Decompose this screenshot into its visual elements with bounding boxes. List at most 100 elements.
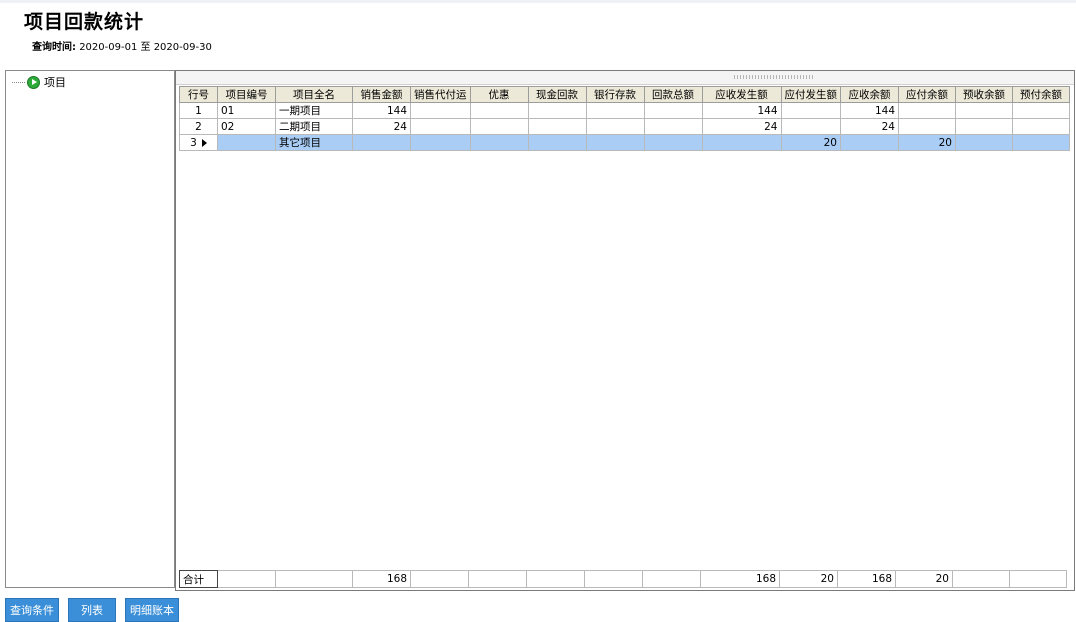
cell-ar-incurred[interactable] — [701, 134, 782, 151]
total-prepay-pay — [1009, 570, 1067, 588]
cell-discount[interactable] — [469, 102, 529, 119]
query-time-label: 查询时间: — [32, 42, 76, 53]
current-row-arrow-icon — [201, 138, 207, 147]
detail-ledger-button[interactable]: 明细账本 — [125, 598, 179, 622]
total-ap-balance: 20 — [895, 570, 953, 588]
totals-label: 合计 — [179, 570, 218, 588]
grid-resize-bar[interactable] — [176, 71, 1074, 85]
cell-ar-incurred[interactable]: 24 — [701, 118, 782, 135]
total-return — [642, 570, 701, 588]
col-header-prepay-pay[interactable]: 预付余额 — [1012, 86, 1070, 103]
query-conditions-button[interactable]: 查询条件 — [5, 598, 59, 622]
cell-name[interactable]: 一期项目 — [275, 102, 353, 119]
cell-cash[interactable] — [527, 134, 587, 151]
cell-freight[interactable] — [410, 118, 471, 135]
cell-code[interactable]: 01 — [217, 102, 276, 119]
total-sales: 168 — [352, 570, 411, 588]
col-header-code[interactable]: 项目编号 — [217, 86, 276, 103]
action-bar: 查询条件 列表 明细账本 — [5, 598, 179, 622]
cell-ar-incurred[interactable]: 144 — [701, 102, 782, 119]
col-header-row-no[interactable]: 行号 — [179, 86, 218, 103]
cell-prepay-pay[interactable] — [1012, 102, 1070, 119]
cell-sales[interactable] — [352, 134, 411, 151]
tree-connector — [12, 81, 25, 83]
cell-name[interactable]: 二期项目 — [275, 118, 353, 135]
col-header-cash[interactable]: 现金回款 — [527, 86, 587, 103]
cell-ap-balance[interactable] — [898, 118, 956, 135]
row-number: 2 — [179, 118, 218, 135]
col-header-ar-balance[interactable]: 应收余额 — [840, 86, 899, 103]
total-prepay-recv — [952, 570, 1010, 588]
total-bank — [584, 570, 643, 588]
total-name — [275, 570, 353, 588]
col-header-ap-balance[interactable]: 应付余额 — [898, 86, 956, 103]
col-header-ar-incurred[interactable]: 应收发生额 — [701, 86, 782, 103]
cell-discount[interactable] — [469, 118, 529, 135]
cell-code[interactable]: 02 — [217, 118, 276, 135]
header-row: 行号 项目编号 项目全名 销售金额 销售代付运 优惠 现金回款 银行存款 回款总… — [179, 86, 1070, 103]
date-to: 2020-09-30 — [153, 42, 212, 53]
row-number: 1 — [179, 102, 218, 119]
col-header-sales[interactable]: 销售金额 — [352, 86, 411, 103]
cell-freight[interactable] — [410, 102, 471, 119]
cell-bank[interactable] — [585, 118, 645, 135]
cell-sales[interactable]: 24 — [352, 118, 411, 135]
totals-row: 合计 168 168 20 168 20 — [179, 570, 1067, 588]
cell-sales[interactable]: 144 — [352, 102, 411, 119]
cell-prepay-recv[interactable] — [955, 134, 1013, 151]
date-from: 2020-09-01 — [79, 42, 138, 53]
cell-ap-balance[interactable]: 20 — [898, 134, 956, 151]
date-separator: 至 — [140, 42, 151, 53]
page-title: 项目回款统计 — [24, 11, 145, 33]
total-ar-incurred: 168 — [700, 570, 780, 588]
project-grid[interactable]: 行号 项目编号 项目全名 销售金额 销售代付运 优惠 现金回款 银行存款 回款总… — [175, 70, 1075, 591]
col-header-discount[interactable]: 优惠 — [469, 86, 529, 103]
tree-node-label: 项目 — [44, 76, 66, 89]
table-row-selected[interactable]: 3 其它项目 20 20 — [179, 134, 1070, 151]
cell-prepay-pay[interactable] — [1012, 134, 1070, 151]
cell-cash[interactable] — [527, 118, 587, 135]
total-ap-incurred: 20 — [779, 570, 838, 588]
cell-ar-balance[interactable]: 24 — [840, 118, 899, 135]
col-header-freight[interactable]: 销售代付运 — [410, 86, 471, 103]
project-tree[interactable]: 项目 — [5, 70, 175, 567]
col-header-ap-incurred[interactable]: 应付发生额 — [780, 86, 841, 103]
cell-ap-balance[interactable] — [898, 102, 956, 119]
total-discount — [468, 570, 527, 588]
cell-bank[interactable] — [585, 134, 645, 151]
total-freight — [410, 570, 469, 588]
cell-name[interactable]: 其它项目 — [275, 134, 353, 151]
total-cash — [526, 570, 585, 588]
query-time-range: 查询时间: 2020-09-01 至 2020-09-30 — [32, 38, 212, 53]
cell-total-return[interactable] — [643, 118, 703, 135]
col-header-total-return[interactable]: 回款总额 — [643, 86, 703, 103]
table-row[interactable]: 1 01 一期项目 144 144 144 — [179, 102, 1070, 119]
cell-ap-incurred[interactable]: 20 — [780, 134, 841, 151]
list-button[interactable]: 列表 — [68, 598, 116, 622]
table-row[interactable]: 2 02 二期项目 24 24 24 — [179, 118, 1070, 135]
col-header-prepay-recv[interactable]: 预收余额 — [955, 86, 1013, 103]
cell-bank[interactable] — [585, 102, 645, 119]
col-header-name[interactable]: 项目全名 — [275, 86, 353, 103]
cell-freight[interactable] — [410, 134, 471, 151]
row-number-text: 3 — [190, 136, 197, 149]
cell-prepay-recv[interactable] — [955, 102, 1013, 119]
cell-prepay-recv[interactable] — [955, 118, 1013, 135]
col-header-bank[interactable]: 银行存款 — [585, 86, 645, 103]
cell-cash[interactable] — [527, 102, 587, 119]
cell-prepay-pay[interactable] — [1012, 118, 1070, 135]
top-border — [0, 0, 1076, 3]
row-number: 3 — [179, 134, 218, 151]
cell-ap-incurred[interactable] — [780, 118, 841, 135]
cell-ap-incurred[interactable] — [780, 102, 841, 119]
cell-total-return[interactable] — [643, 102, 703, 119]
grip-handle-icon[interactable] — [734, 75, 814, 79]
cell-discount[interactable] — [469, 134, 529, 151]
cell-ar-balance[interactable] — [840, 134, 899, 151]
cell-code[interactable] — [217, 134, 276, 151]
data-table: 行号 项目编号 项目全名 销售金额 销售代付运 优惠 现金回款 银行存款 回款总… — [179, 86, 1070, 151]
total-ar-balance: 168 — [837, 570, 896, 588]
tree-node-projects[interactable]: 项目 — [12, 74, 66, 90]
cell-total-return[interactable] — [643, 134, 703, 151]
cell-ar-balance[interactable]: 144 — [840, 102, 899, 119]
